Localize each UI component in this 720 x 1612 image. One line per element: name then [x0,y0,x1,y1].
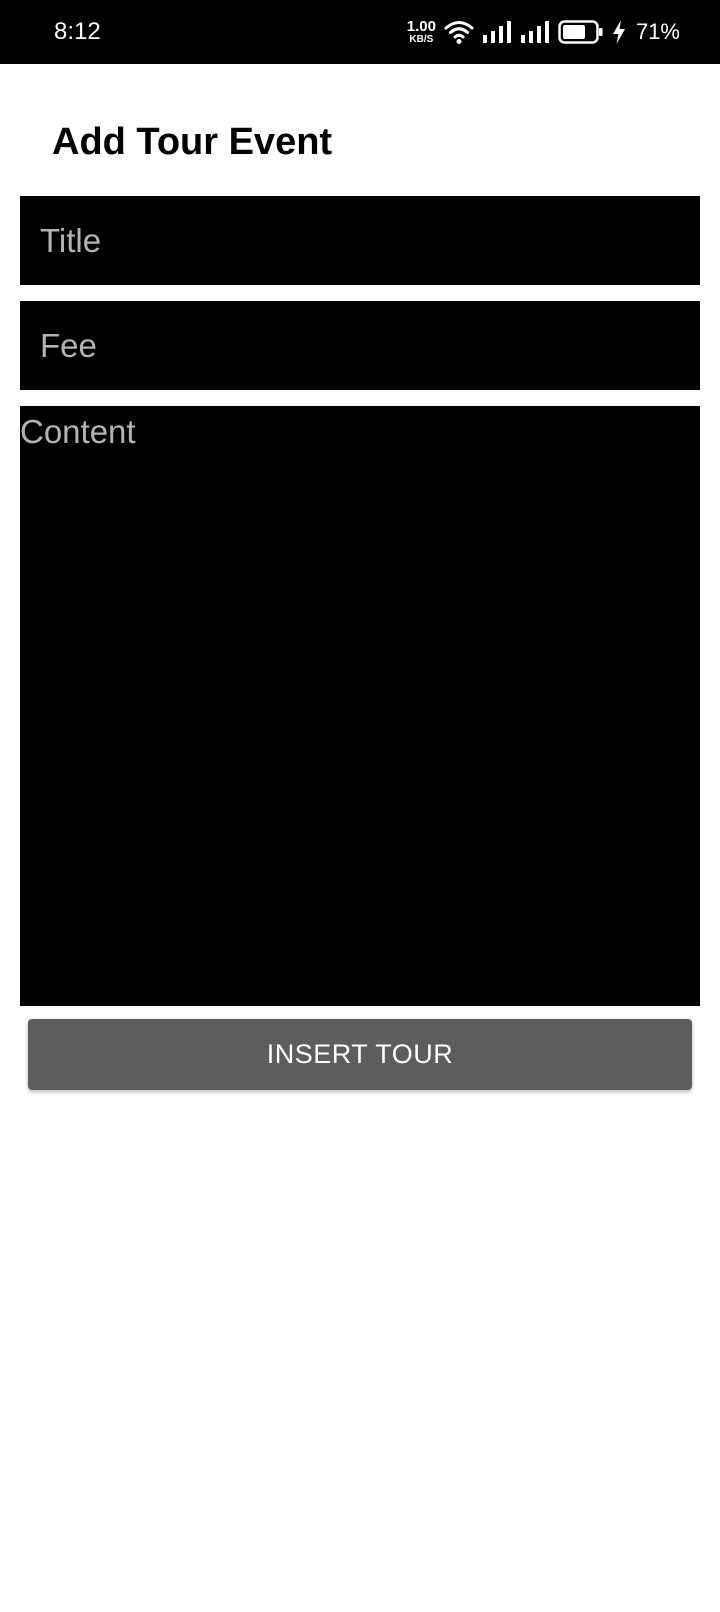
network-speed-value: 1.00 [406,18,436,35]
insert-tour-button[interactable]: INSERT TOUR [28,1019,692,1090]
wifi-icon [444,21,474,44]
signal-icon [482,21,511,43]
title-input[interactable] [20,196,700,285]
content-textarea[interactable] [20,406,700,1006]
page-title: Add Tour Event [52,121,333,163]
status-time: 8:12 [54,18,101,45]
battery-icon [558,20,603,44]
signal-icon [520,21,549,43]
fee-input[interactable] [20,301,700,390]
status-icons: 1.00 KB/S 71% [407,14,680,50]
app-screen: 8:12 1.00 KB/S 71% Add Tour Event Title … [0,0,720,1612]
charging-icon [612,20,625,44]
battery-percent: 71% [635,19,680,44]
network-speed: 1.00 KB/S [407,19,436,45]
status-bar: 8:12 1.00 KB/S 71% [0,0,720,64]
network-speed-unit: KB/S [409,34,434,45]
